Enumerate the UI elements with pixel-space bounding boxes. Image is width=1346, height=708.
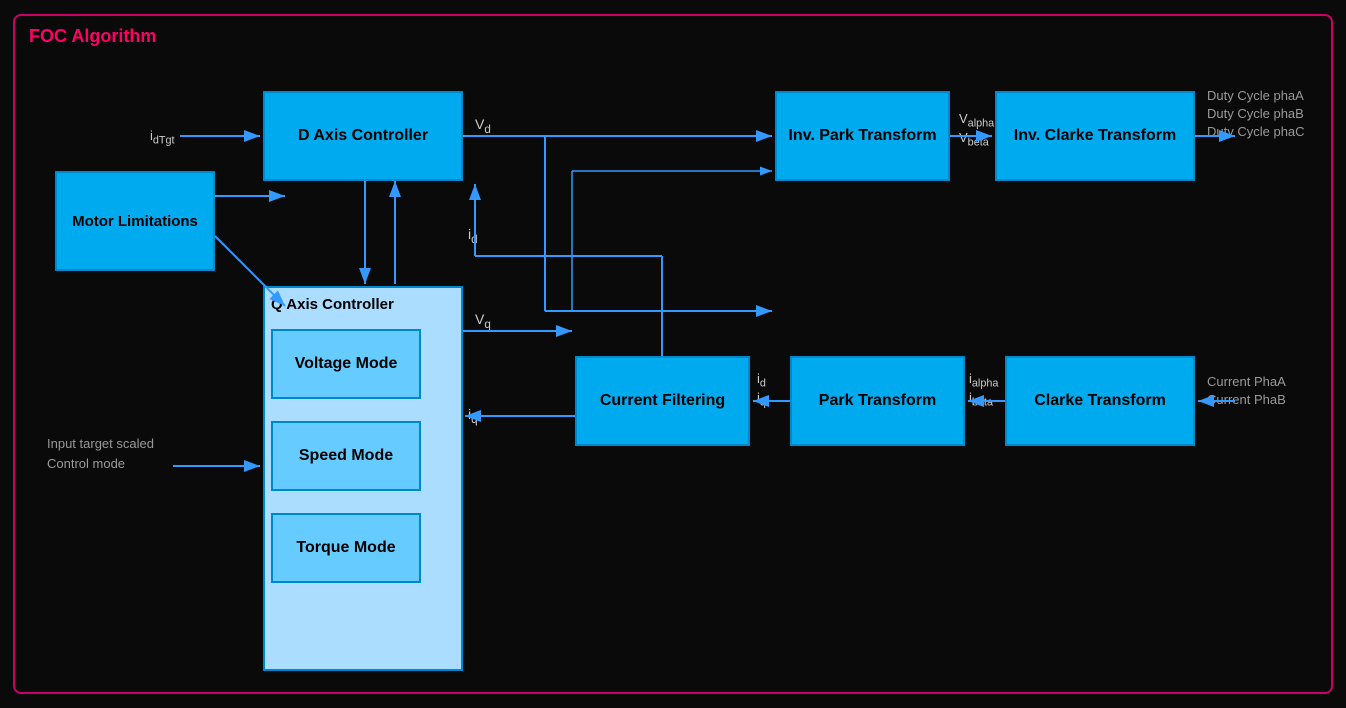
iq-feedback-label: iq bbox=[468, 406, 478, 426]
ialpha-sub: alpha bbox=[972, 378, 999, 390]
id-out-sub: d bbox=[760, 378, 766, 390]
speed-mode-block: Speed Mode bbox=[271, 421, 421, 491]
vd-label: Vd bbox=[475, 116, 491, 136]
ialpha-label: ialpha bbox=[969, 371, 998, 390]
id-sub: d bbox=[471, 233, 477, 246]
d-axis-controller-block: D Axis Controller bbox=[263, 91, 463, 181]
ibeta-label: ibeta bbox=[969, 390, 993, 409]
park-transform-block: Park Transform bbox=[790, 356, 965, 446]
current-filtering-block: Current Filtering bbox=[575, 356, 750, 446]
input-target-label: Input target scaled bbox=[47, 436, 154, 451]
inv-clarke-transform-block: Inv. Clarke Transform bbox=[995, 91, 1195, 181]
idtgt-sub: dTgt bbox=[153, 135, 175, 147]
diagram-title: FOC Algorithm bbox=[29, 26, 156, 47]
id-out-label: id bbox=[757, 371, 766, 390]
duty-b-label: Duty Cycle phaB bbox=[1207, 106, 1304, 121]
current-pha-a-label: Current PhaA bbox=[1207, 374, 1286, 389]
control-mode-label: Control mode bbox=[47, 456, 125, 471]
voltage-mode-block: Voltage Mode bbox=[271, 329, 421, 399]
valpha-label: Valpha bbox=[959, 111, 994, 130]
vbeta-label: Vbeta bbox=[959, 130, 989, 149]
valpha-sub: alpha bbox=[968, 118, 995, 130]
clarke-transform-block: Clarke Transform bbox=[1005, 356, 1195, 446]
motor-limitations-block: Motor Limitations bbox=[55, 171, 215, 271]
current-pha-b-label: Current PhaB bbox=[1207, 392, 1286, 407]
vbeta-sub: beta bbox=[968, 137, 989, 149]
iq-out-label: iq bbox=[757, 390, 766, 409]
q-axis-label: Q Axis Controller bbox=[271, 296, 394, 313]
iq-sub: q bbox=[471, 413, 477, 426]
q-axis-controller-block: Q Axis Controller Voltage Mode Speed Mod… bbox=[263, 286, 463, 671]
iq-out-sub: q bbox=[760, 397, 766, 409]
duty-a-label: Duty Cycle phaA bbox=[1207, 88, 1304, 103]
ibeta-sub: beta bbox=[972, 397, 993, 409]
id-feedback-label: id bbox=[468, 226, 478, 246]
vd-sub: d bbox=[484, 123, 490, 136]
torque-mode-block: Torque Mode bbox=[271, 513, 421, 583]
idtgt-label: idTgt bbox=[150, 128, 175, 147]
duty-c-label: Duty Cycle phaC bbox=[1207, 124, 1305, 139]
vq-sub: q bbox=[484, 318, 490, 331]
diagram-container: FOC Algorithm Motor Limitations D Axis C… bbox=[13, 14, 1333, 694]
vq-label: Vq bbox=[475, 311, 491, 331]
inv-park-transform-block: Inv. Park Transform bbox=[775, 91, 950, 181]
